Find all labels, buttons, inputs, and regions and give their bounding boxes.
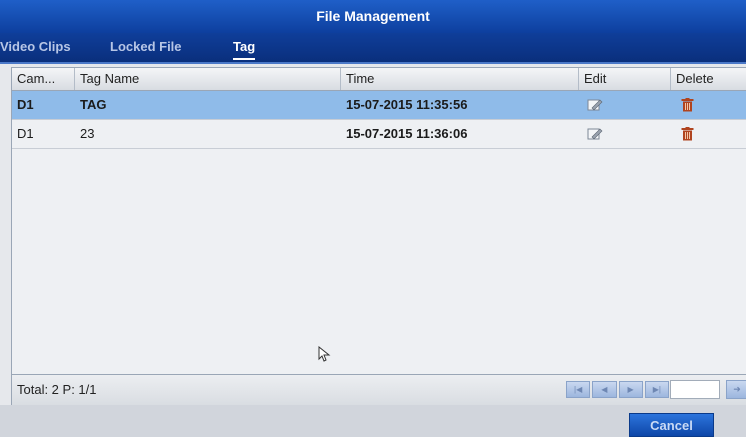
cell-camera: D1 <box>17 97 34 112</box>
table-header: Cam... Tag Name Time Edit Delete <box>12 68 746 91</box>
cell-camera: D1 <box>17 126 34 141</box>
tab-tag[interactable]: Tag <box>233 33 256 62</box>
table-row[interactable]: D1 23 15-07-2015 11:36:06 <box>12 120 746 149</box>
trash-icon[interactable] <box>681 127 694 144</box>
mouse-pointer-icon <box>318 345 332 367</box>
cell-time: 15-07-2015 11:35:56 <box>346 97 468 112</box>
tab-divider <box>0 62 746 64</box>
next-page-icon[interactable]: ▶ <box>618 381 643 398</box>
column-header-time[interactable]: Time <box>341 68 579 90</box>
previous-page-icon[interactable]: ◀ <box>592 381 617 398</box>
window-title: File Management <box>0 0 746 33</box>
tab-locked-file[interactable]: Locked File <box>110 33 182 62</box>
cell-time: 15-07-2015 11:36:06 <box>346 126 468 141</box>
cell-tag-name: TAG <box>80 97 107 112</box>
tab-video-clips[interactable]: Video Clips <box>0 33 71 62</box>
first-page-icon[interactable]: |◀ <box>566 381 591 398</box>
page-number-input[interactable] <box>670 380 720 399</box>
table-footer: Total: 2 P: 1/1 |◀ ◀ ▶ ▶| ➜ <box>11 374 746 406</box>
tab-bar: Video Clips Locked File Tag <box>0 33 746 62</box>
cell-tag-name: 23 <box>80 126 95 141</box>
pencil-icon[interactable] <box>587 127 603 144</box>
last-page-icon[interactable]: ▶| <box>644 381 669 398</box>
table-row[interactable]: D1 TAG 15-07-2015 11:35:56 <box>12 91 746 120</box>
column-header-camera[interactable]: Cam... <box>12 68 75 90</box>
tag-table: Cam... Tag Name Time Edit Delete D1 TAG … <box>11 67 746 375</box>
total-count-text: Total: 2 P: 1/1 <box>17 382 97 397</box>
cancel-button[interactable]: Cancel <box>629 413 714 437</box>
pencil-icon[interactable] <box>587 98 603 115</box>
trash-icon[interactable] <box>681 98 694 115</box>
column-header-edit[interactable]: Edit <box>579 68 671 90</box>
go-arrow-icon[interactable]: ➜ <box>726 380 746 399</box>
column-header-delete[interactable]: Delete <box>671 68 746 90</box>
file-management-window: File Management Video Clips Locked File … <box>0 0 746 437</box>
pagination-controls: |◀ ◀ ▶ ▶| <box>566 381 669 398</box>
column-header-tag-name[interactable]: Tag Name <box>75 68 341 90</box>
